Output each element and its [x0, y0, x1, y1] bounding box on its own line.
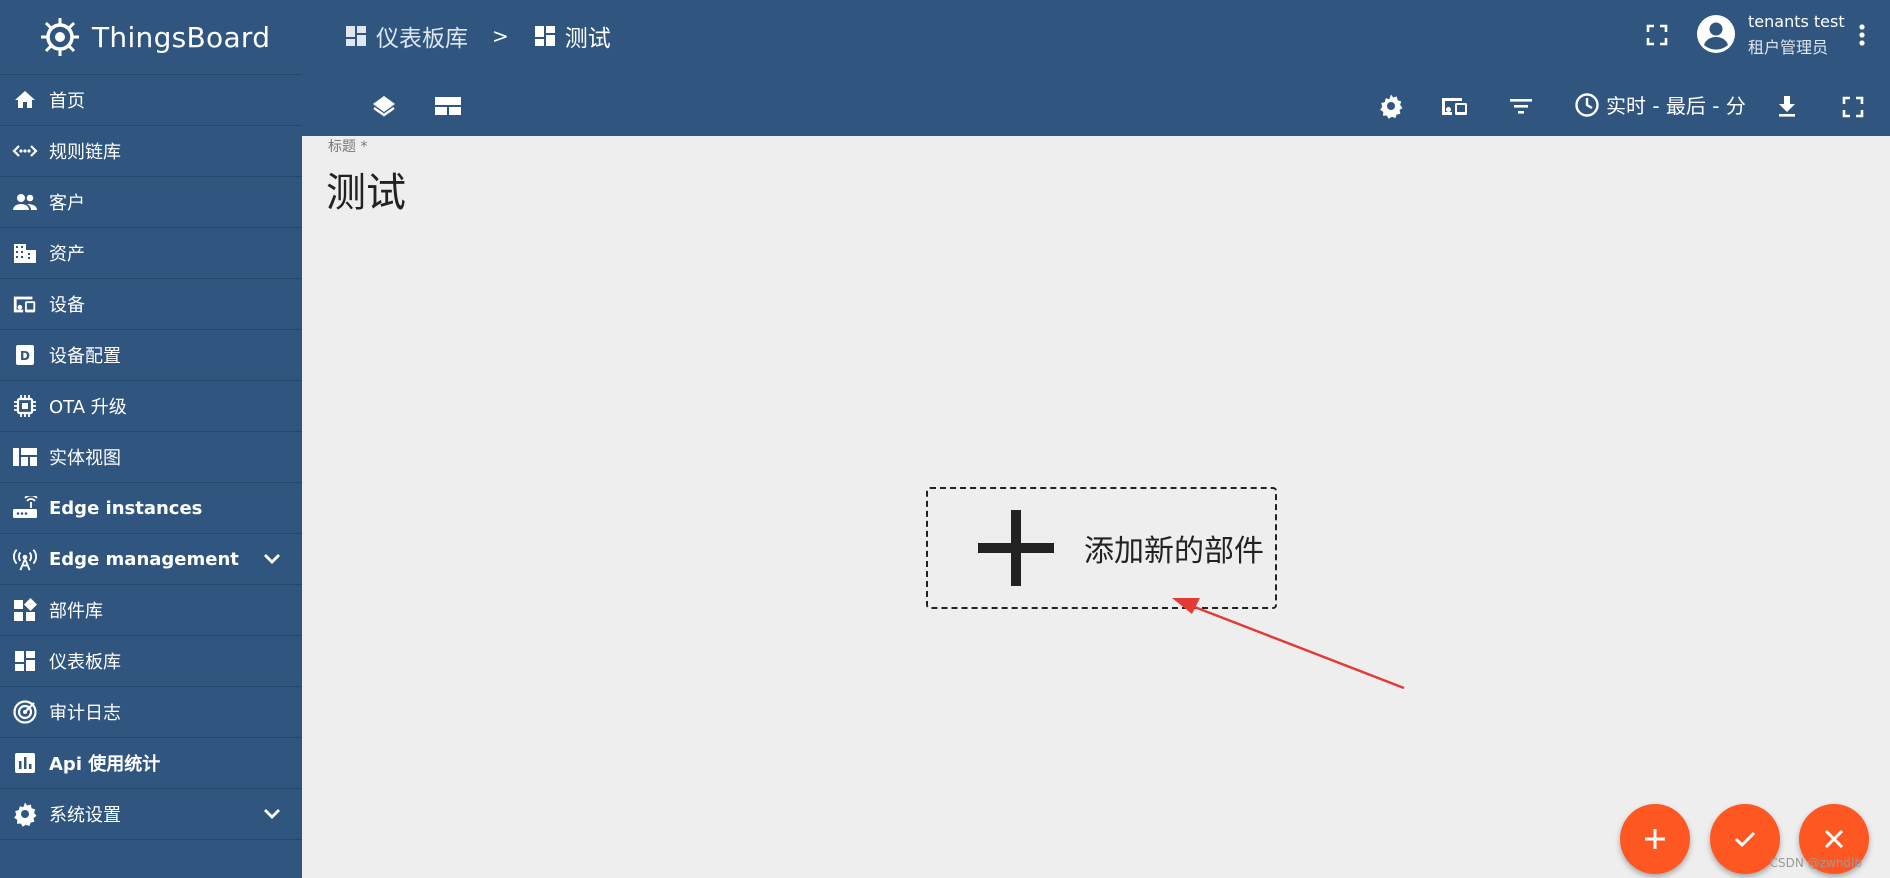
sidebar-item-devices[interactable]: 设备: [0, 279, 302, 330]
sidebar-item-label: Api 使用统计: [49, 754, 161, 775]
sidebar-item-label: 首页: [49, 91, 85, 112]
assets-icon: [12, 240, 38, 266]
dashboard-canvas: 标题 * 测试 添加新的部件 CSDN @zwhdlb: [302, 136, 1890, 878]
sidebar-item-ota-updates[interactable]: OTA 升级: [0, 381, 302, 432]
chip-icon: [12, 393, 38, 419]
download-icon[interactable]: [1772, 91, 1802, 121]
breadcrumb: 仪表板库 > 测试: [344, 18, 611, 54]
sidebar-item-widgets-bundles[interactable]: 部件库: [0, 585, 302, 636]
settings-icon[interactable]: [1376, 91, 1406, 121]
title-field-label: 标题 *: [328, 139, 368, 155]
sidebar: ThingsBoard 首页 规则链库 客户 资产 设备 D 设备配置 OTA …: [0, 0, 302, 878]
breadcrumb-separator: >: [492, 24, 509, 48]
sidebar-item-api-usage[interactable]: Api 使用统计: [0, 738, 302, 789]
dashboard-icon: [344, 24, 368, 48]
sidebar-item-label: 实体视图: [49, 448, 121, 469]
insert-chart-icon: [12, 750, 38, 776]
title-field[interactable]: 测试: [326, 160, 406, 218]
dashboard-icon: [533, 24, 557, 48]
annotation-arrow: [1172, 598, 1405, 690]
watermark: CSDN @zwhdlb: [1769, 856, 1862, 870]
sidebar-item-assets[interactable]: 资产: [0, 228, 302, 279]
devices-icon: [12, 291, 38, 317]
sidebar-item-home[interactable]: 首页: [0, 75, 302, 126]
sidebar-item-label: 设备: [49, 295, 85, 316]
clock-icon: [1574, 92, 1600, 118]
dashboard-icon: [12, 648, 38, 674]
sidebar-item-device-profiles[interactable]: D 设备配置: [0, 330, 302, 381]
track-changes-icon: [12, 699, 38, 725]
time-window-selector[interactable]: 实时 - 最后 - 分: [1574, 90, 1746, 119]
sidebar-item-label: 规则链库: [49, 142, 121, 163]
breadcrumb-current: 测试: [564, 26, 611, 52]
sidebar-item-label: Edge management: [49, 548, 239, 570]
more-vert-icon[interactable]: [1852, 20, 1872, 50]
layers-icon[interactable]: [369, 91, 399, 121]
chevron-down-icon[interactable]: [260, 547, 284, 571]
app-name: ThingsBoard: [92, 20, 271, 54]
plus-icon: [968, 500, 1064, 596]
router-icon: [12, 495, 38, 521]
sidebar-item-dashboards[interactable]: 仪表板库: [0, 636, 302, 687]
home-icon: [12, 87, 38, 113]
check-icon: [1734, 831, 1756, 848]
sidebar-item-system-settings[interactable]: 系统设置: [0, 789, 302, 840]
devices-icon[interactable]: [1440, 91, 1470, 121]
device-profile-icon: D: [12, 342, 38, 368]
plus-icon: [1645, 829, 1665, 849]
entity-view-icon: [12, 444, 38, 470]
settings-icon: [12, 801, 38, 827]
rule-chain-icon: [12, 138, 38, 164]
sidebar-item-label: 部件库: [49, 601, 103, 622]
breadcrumb-parent-link[interactable]: 仪表板库: [376, 19, 468, 53]
fullscreen-icon[interactable]: [1838, 92, 1868, 122]
sidebar-item-label: 资产: [49, 244, 85, 265]
sidebar-item-label: 审计日志: [49, 703, 121, 724]
view-agenda-icon[interactable]: [433, 91, 463, 121]
sidebar-item-customers[interactable]: 客户: [0, 177, 302, 228]
sidebar-item-label: 设备配置: [49, 346, 121, 367]
sidebar-item-rule-chains[interactable]: 规则链库: [0, 126, 302, 177]
add-widget-label: 添加新的部件: [1084, 534, 1264, 569]
sidebar-item-edge-management[interactable]: Edge management: [0, 534, 302, 585]
sidebar-item-label: 仪表板库: [49, 652, 121, 673]
sidebar-item-edge-instances[interactable]: Edge instances: [0, 483, 302, 534]
app-logo[interactable]: ThingsBoard: [0, 0, 302, 75]
filter-icon[interactable]: [1506, 91, 1536, 121]
user-name: tenants test: [1748, 12, 1845, 31]
account-circle-icon[interactable]: [1696, 14, 1736, 54]
sidebar-item-entity-views[interactable]: 实体视图: [0, 432, 302, 483]
svg-text:D: D: [20, 349, 30, 363]
widgets-icon: [12, 597, 38, 623]
add-fab-button[interactable]: [1620, 804, 1690, 874]
sidebar-item-label: OTA 升级: [49, 397, 127, 418]
antenna-icon: [12, 546, 38, 572]
fullscreen-icon[interactable]: [1642, 20, 1672, 50]
sidebar-item-label: Edge instances: [49, 497, 203, 519]
time-window-label: 实时 - 最后 - 分: [1606, 94, 1746, 118]
thingsboard-logo-icon: [41, 18, 79, 56]
user-role: 租户管理员: [1748, 38, 1829, 57]
sidebar-item-label: 客户: [49, 193, 85, 214]
customers-icon: [12, 189, 38, 215]
chevron-down-icon[interactable]: [260, 802, 284, 826]
sidebar-item-audit-logs[interactable]: 审计日志: [0, 687, 302, 738]
sidebar-item-label: 系统设置: [49, 805, 121, 826]
close-icon: [1824, 829, 1844, 849]
top-toolbar: 仪表板库 > 测试 tenants test 租户管理员 实时 - 最后 - 分: [302, 0, 1890, 136]
